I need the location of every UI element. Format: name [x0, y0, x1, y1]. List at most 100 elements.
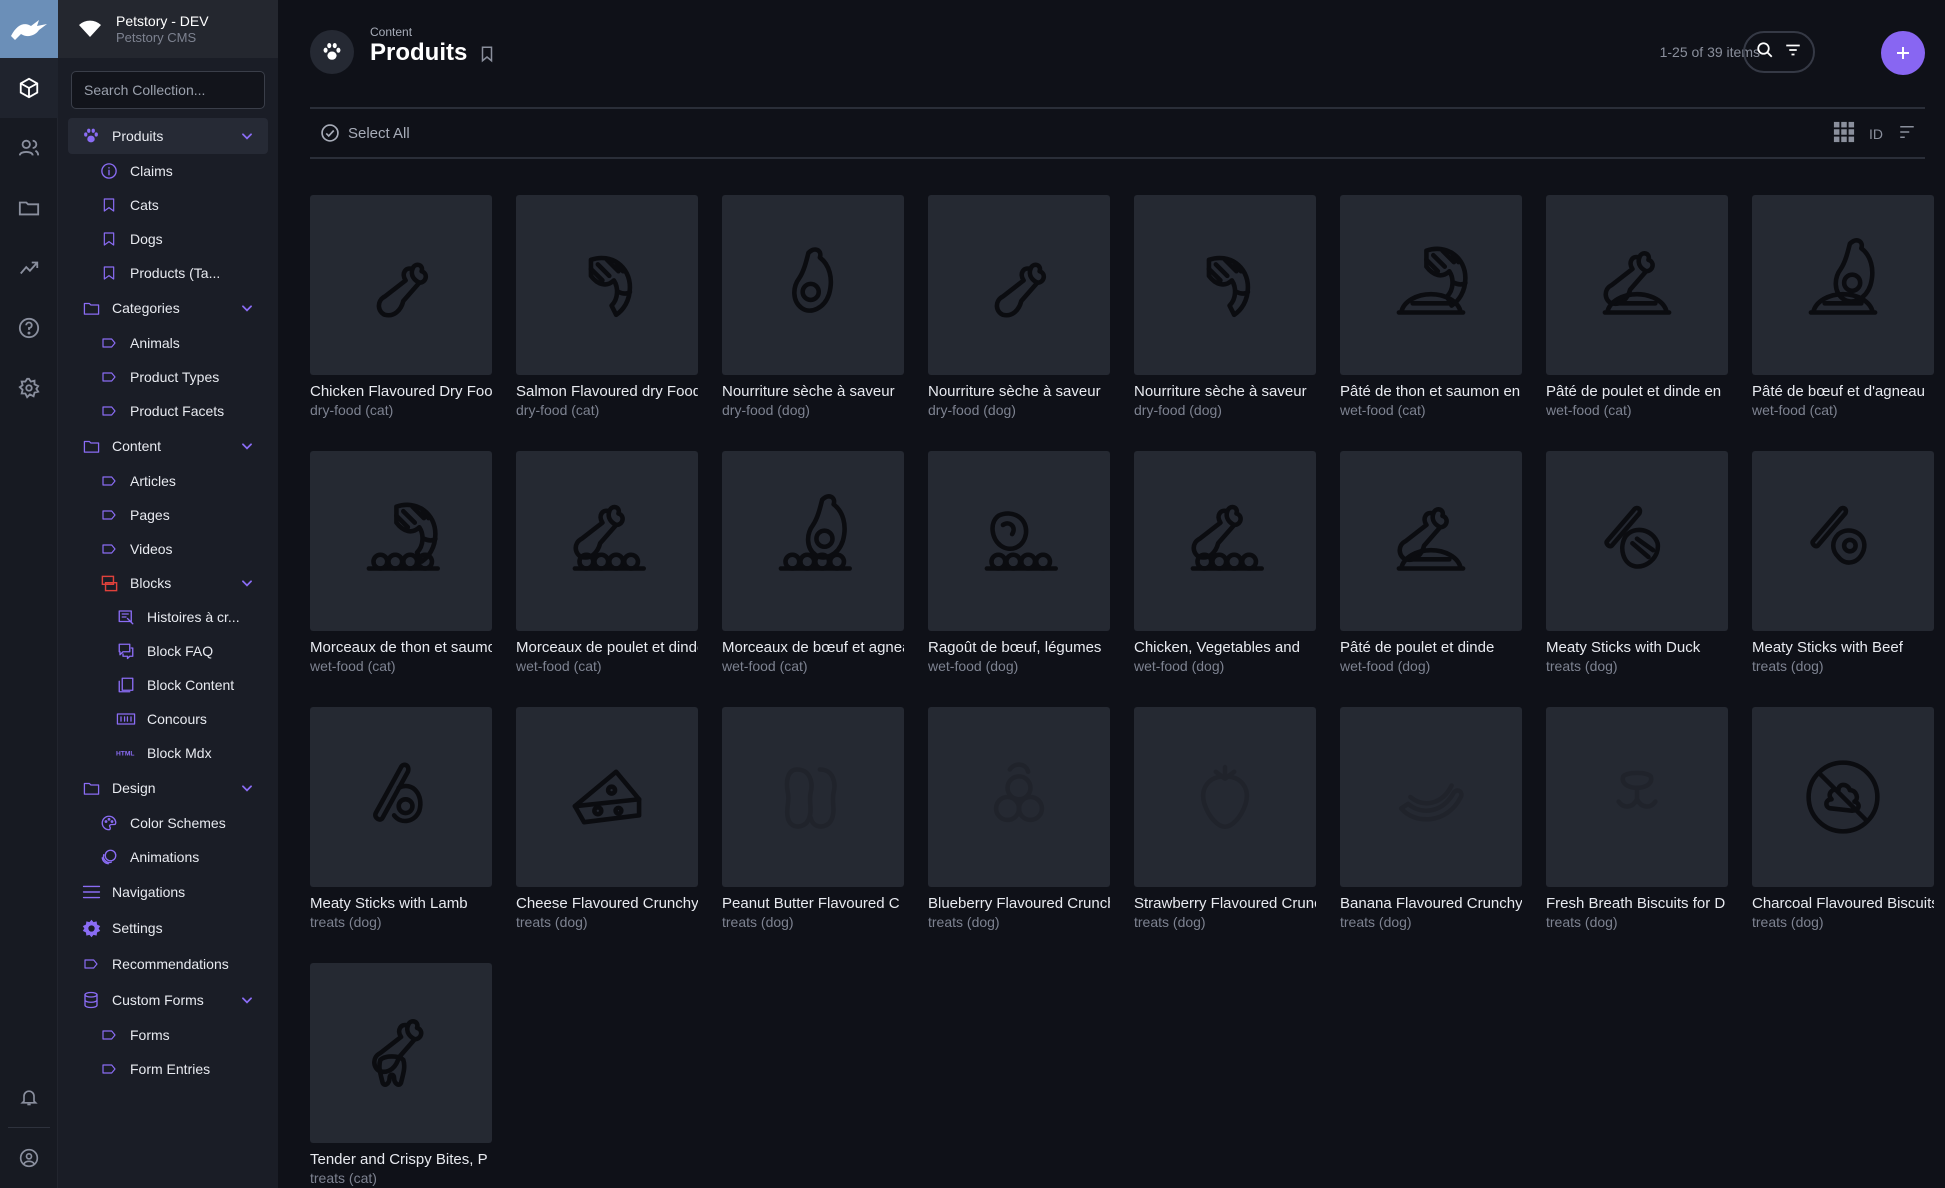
sidebar-item-recommendations[interactable]: Recommendations	[68, 946, 268, 982]
sidebar-item-videos[interactable]: Videos	[68, 532, 268, 566]
sidebar-item-navigations[interactable]: Navigations	[68, 874, 268, 910]
sidebar-item-concours[interactable]: Concours	[68, 702, 268, 736]
item-card[interactable]: Morceaux de bœuf et agneau wet-food (cat)	[722, 451, 904, 675]
settings-module-icon[interactable]	[0, 358, 58, 418]
item-card[interactable]: Meaty Sticks with Beef treats (dog)	[1752, 451, 1934, 675]
item-name: Banana Flavoured Crunchy	[1340, 895, 1522, 912]
user-avatar-icon[interactable]	[0, 1128, 58, 1188]
sidebar-item-product-facets[interactable]: Product Facets	[68, 394, 268, 428]
stick-lamb-icon	[310, 707, 492, 887]
item-card[interactable]: Peanut Butter Flavoured C treats (dog)	[722, 707, 904, 931]
item-card[interactable]: Salmon Flavoured dry Food dry-food (cat)	[516, 195, 698, 419]
sidebar-item-histoires-cr[interactable]: Histoires à cr...	[68, 600, 268, 634]
sidebar-item-label: Content	[112, 438, 162, 454]
sidebar-item-products-ta[interactable]: Products (Ta...	[68, 256, 268, 290]
sidebar-item-pages[interactable]: Pages	[68, 498, 268, 532]
item-card[interactable]: Morceaux de thon et saumon wet-food (cat)	[310, 451, 492, 675]
chevron-down-icon[interactable]	[240, 993, 254, 1010]
sort-field-label[interactable]: ID	[1869, 126, 1883, 142]
sidebar-item-label: Concours	[147, 711, 207, 727]
item-name: Nourriture sèche à saveur	[1134, 383, 1307, 400]
sort-direction-icon[interactable]	[1897, 123, 1917, 144]
search-icon[interactable]	[1756, 41, 1774, 64]
users-module-icon[interactable]	[0, 118, 58, 178]
sidebar-item-articles[interactable]: Articles	[68, 464, 268, 498]
sidebar-item-produits[interactable]: Produits	[68, 118, 268, 154]
item-card[interactable]: Morceaux de poulet et dinde wet-food (cat…	[516, 451, 698, 675]
bookmark-icon[interactable]	[478, 44, 496, 69]
item-card[interactable]: Tender and Crispy Bites, P treats (cat)	[310, 963, 492, 1187]
collection-paw-icon[interactable]	[310, 30, 354, 74]
sidebar-item-animations[interactable]: Animations	[68, 840, 268, 874]
sidebar-item-custom-forms[interactable]: Custom Forms	[68, 982, 268, 1018]
files-module-icon[interactable]	[0, 178, 58, 238]
content-module-icon[interactable]	[0, 58, 58, 118]
sidebar-item-block-faq[interactable]: Block FAQ	[68, 634, 268, 668]
drumstick-icon	[310, 195, 492, 375]
sidebar-item-design[interactable]: Design	[68, 770, 268, 806]
item-card[interactable]: Banana Flavoured Crunchy treats (dog)	[1340, 707, 1522, 931]
label-icon	[81, 954, 101, 974]
chevron-down-icon[interactable]	[240, 129, 254, 146]
sidebar-item-form-entries[interactable]: Form Entries	[68, 1052, 268, 1086]
item-card[interactable]: Blueberry Flavoured Crunchy treats (dog)	[928, 707, 1110, 931]
item-type: treats (dog)	[516, 914, 588, 930]
help-module-icon[interactable]	[0, 298, 58, 358]
sidebar-item-content[interactable]: Content	[68, 428, 268, 464]
sidebar-item-block-mdx[interactable]: HTML Block Mdx	[68, 736, 268, 770]
sidebar-item-forms[interactable]: Forms	[68, 1018, 268, 1052]
add-item-button[interactable]	[1881, 31, 1925, 75]
filter-icon[interactable]	[1784, 41, 1802, 64]
item-card[interactable]: Meaty Sticks with Lamb treats (dog)	[310, 707, 492, 931]
sidebar-item-categories[interactable]: Categories	[68, 290, 268, 326]
contest-icon	[116, 709, 136, 729]
animation-icon	[99, 847, 119, 867]
item-card[interactable]: Ragoût de bœuf, légumes wet-food (dog)	[928, 451, 1110, 675]
item-card[interactable]: Charcoal Flavoured Biscuits treats (dog)	[1752, 707, 1934, 931]
directus-logo[interactable]	[0, 0, 58, 58]
item-card[interactable]: Pâté de thon et saumon en wet-food (cat)	[1340, 195, 1522, 419]
sidebar-item-claims[interactable]: Claims	[68, 154, 268, 188]
sidebar-item-blocks[interactable]: Blocks	[68, 566, 268, 600]
item-card[interactable]: Cheese Flavoured Crunchy treats (dog)	[516, 707, 698, 931]
item-card[interactable]: Pâté de poulet et dinde en wet-food (cat)	[1546, 195, 1728, 419]
item-card[interactable]: Nourriture sèche à saveur dry-food (dog)	[928, 195, 1110, 419]
sidebar-item-settings[interactable]: Settings	[68, 910, 268, 946]
sidebar-item-animals[interactable]: Animals	[68, 326, 268, 360]
sidebar-item-color-schemes[interactable]: Color Schemes	[68, 806, 268, 840]
grid-size-icon[interactable]	[1833, 121, 1855, 146]
item-card[interactable]: Pâté de bœuf et d'agneau wet-food (cat)	[1752, 195, 1934, 419]
sidebar-item-cats[interactable]: Cats	[68, 188, 268, 222]
label-icon	[99, 333, 119, 353]
folder-icon	[81, 436, 101, 456]
chevron-down-icon[interactable]	[240, 439, 254, 456]
item-card[interactable]: Nourriture sèche à saveur dry-food (dog)	[1134, 195, 1316, 419]
chevron-down-icon[interactable]	[240, 576, 254, 593]
sidebar-item-dogs[interactable]: Dogs	[68, 222, 268, 256]
breadcrumb[interactable]: Content	[370, 25, 412, 39]
item-card[interactable]: Strawberry Flavoured Crunchy treats (dog)	[1134, 707, 1316, 931]
item-card[interactable]: Chicken, Vegetables and wet-food (dog)	[1134, 451, 1316, 675]
notifications-bell-icon[interactable]	[0, 1067, 58, 1127]
tooth-drumstick-icon	[310, 963, 492, 1143]
insights-module-icon[interactable]	[0, 238, 58, 298]
item-card[interactable]: Fresh Breath Biscuits for D treats (dog)	[1546, 707, 1728, 931]
item-card[interactable]: Meaty Sticks with Duck treats (dog)	[1546, 451, 1728, 675]
item-type: treats (dog)	[1752, 658, 1824, 674]
search-collection-input[interactable]	[71, 71, 265, 109]
chevron-down-icon[interactable]	[240, 301, 254, 318]
sidebar-item-product-types[interactable]: Product Types	[68, 360, 268, 394]
cheese-icon	[516, 707, 698, 887]
item-type: wet-food (cat)	[1546, 402, 1632, 418]
item-name: Meaty Sticks with Lamb	[310, 895, 468, 912]
item-card[interactable]: Pâté de poulet et dinde wet-food (dog)	[1340, 451, 1522, 675]
project-switcher[interactable]: Petstory - DEV Petstory CMS	[58, 0, 278, 58]
item-card[interactable]: Chicken Flavoured Dry Food dry-food (cat)	[310, 195, 492, 419]
chevron-down-icon[interactable]	[240, 781, 254, 798]
select-all-button[interactable]: Select All	[320, 123, 410, 143]
sidebar-item-block-content[interactable]: Block Content	[68, 668, 268, 702]
item-card[interactable]: Nourriture sèche à saveur dry-food (dog)	[722, 195, 904, 419]
item-name: Strawberry Flavoured Crunchy	[1134, 895, 1316, 912]
item-type: treats (dog)	[1752, 914, 1824, 930]
item-name: Meaty Sticks with Beef	[1752, 639, 1903, 656]
